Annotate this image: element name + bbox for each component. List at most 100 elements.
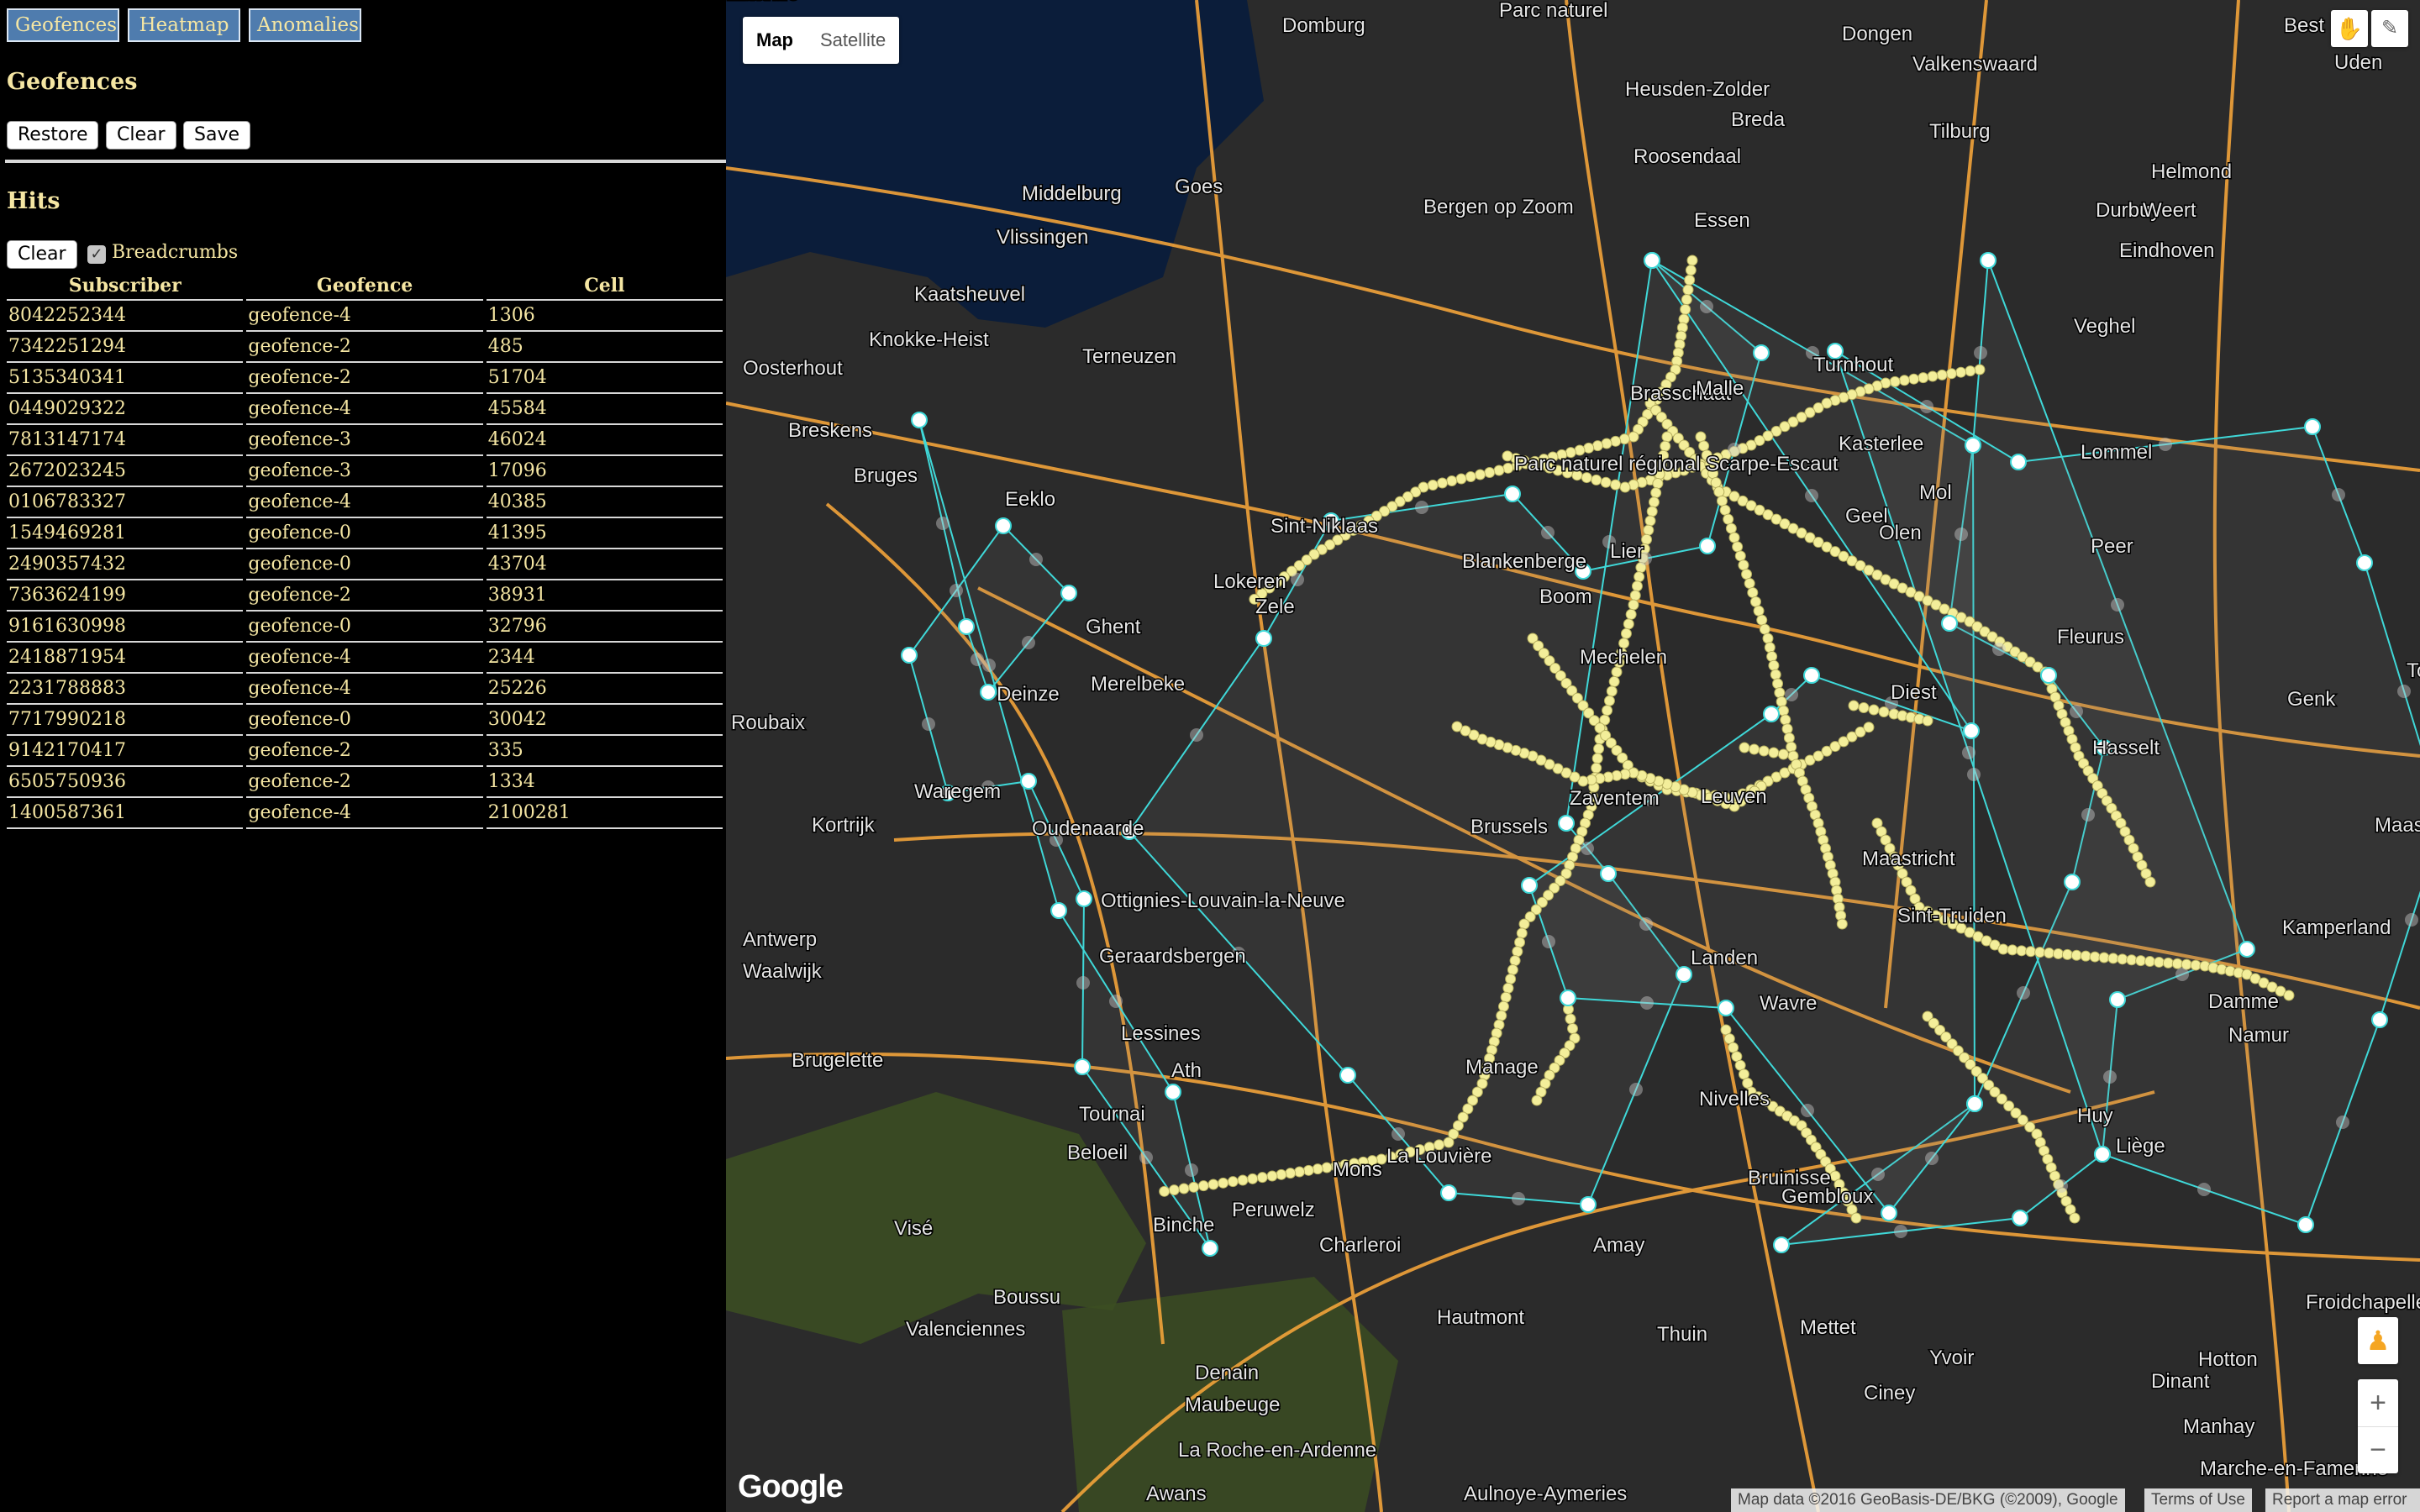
- table-row[interactable]: 0106783327 geofence-4 40385: [7, 487, 723, 518]
- geofence-midpoint-handle[interactable]: [1109, 995, 1123, 1008]
- map-view[interactable]: Breda Tilburg Eindhoven Roosendaal Bergen op…: [726, 0, 2420, 1512]
- geofence-vertex-handle[interactable]: [2094, 1146, 2111, 1163]
- geofence-midpoint-handle[interactable]: [2332, 488, 2345, 501]
- geofence-vertex-handle[interactable]: [1644, 252, 1660, 269]
- geofence-midpoint-handle[interactable]: [1920, 400, 1933, 413]
- hits-clear-button[interactable]: Clear: [7, 240, 77, 269]
- geofence-midpoint-handle[interactable]: [1029, 553, 1043, 566]
- geofence-midpoint-handle[interactable]: [936, 517, 950, 530]
- map-type-map-button[interactable]: Map: [743, 17, 807, 64]
- geofence-midpoint-handle[interactable]: [1925, 1152, 1939, 1165]
- geofence-vertex-handle[interactable]: [1803, 667, 1820, 684]
- table-row[interactable]: 5135340341 geofence-2 51704: [7, 363, 723, 394]
- pan-hand-icon[interactable]: ✋: [2331, 10, 2368, 47]
- geofence-vertex-handle[interactable]: [2109, 991, 2126, 1008]
- tab-heatmap[interactable]: Heatmap: [128, 8, 240, 42]
- geofence-midpoint-handle[interactable]: [982, 659, 996, 672]
- table-row[interactable]: 1549469281 geofence-0 41395: [7, 518, 723, 549]
- table-row[interactable]: 0449029322 geofence-4 45584: [7, 394, 723, 425]
- geofence-midpoint-handle[interactable]: [2197, 1183, 2211, 1196]
- table-row[interactable]: 1400587361 geofence-4 2100281: [7, 798, 723, 829]
- geofence-midpoint-handle[interactable]: [971, 653, 984, 666]
- geofence-vertex-handle[interactable]: [1676, 966, 1692, 983]
- street-view-pegman-icon[interactable]: ♟: [2358, 1317, 2398, 1364]
- geofence-midpoint-handle[interactable]: [1700, 300, 1713, 313]
- geofence-midpoint-handle[interactable]: [2405, 913, 2418, 927]
- geofence-midpoint-handle[interactable]: [950, 584, 963, 597]
- geofence-midpoint-handle[interactable]: [1185, 1163, 1198, 1177]
- geofence-vertex-handle[interactable]: [911, 412, 928, 428]
- geofence-midpoint-handle[interactable]: [1629, 1083, 1643, 1096]
- geofence-vertex-handle[interactable]: [1202, 1240, 1218, 1257]
- geofence-vertex-handle[interactable]: [958, 618, 975, 635]
- geofence-vertex-handle[interactable]: [2010, 454, 2027, 470]
- geofence-midpoint-handle[interactable]: [1967, 768, 1981, 781]
- geofence-midpoint-handle[interactable]: [2054, 1179, 2068, 1193]
- breadcrumbs-checkbox[interactable]: ✓: [87, 245, 106, 264]
- geofence-midpoint-handle[interactable]: [1392, 1127, 1405, 1141]
- geofence-vertex-handle[interactable]: [2064, 874, 2081, 890]
- zoom-in-button[interactable]: +: [2358, 1379, 2398, 1427]
- geofence-vertex-handle[interactable]: [1600, 865, 1617, 882]
- geofence-midpoint-handle[interactable]: [1542, 935, 1555, 948]
- geofence-vertex-handle[interactable]: [1165, 1084, 1181, 1100]
- geofence-midpoint-handle[interactable]: [1954, 528, 1968, 541]
- geofence-midpoint-handle[interactable]: [1639, 917, 1653, 931]
- restore-button[interactable]: Restore: [7, 121, 99, 150]
- table-row[interactable]: 8042252344 geofence-4 1306: [7, 301, 723, 332]
- geofence-vertex-handle[interactable]: [1560, 990, 1576, 1006]
- table-row[interactable]: 2672023245 geofence-3 17096: [7, 456, 723, 487]
- geofence-midpoint-handle[interactable]: [1871, 1168, 1885, 1181]
- geofence-midpoint-handle[interactable]: [1512, 1192, 1525, 1205]
- geofence-vertex-handle[interactable]: [1966, 1095, 1983, 1112]
- map-type-satellite-button[interactable]: Satellite: [807, 17, 899, 64]
- geofence-midpoint-handle[interactable]: [2103, 1070, 2117, 1084]
- geofence-midpoint-handle[interactable]: [1190, 728, 1203, 742]
- table-row[interactable]: 7813147174 geofence-3 46024: [7, 425, 723, 456]
- geofence-vertex-handle[interactable]: [1965, 437, 1981, 454]
- geofence-midpoint-handle[interactable]: [2081, 808, 2095, 822]
- geofence-vertex-handle[interactable]: [1699, 538, 1716, 554]
- geofence-midpoint-handle[interactable]: [1805, 489, 1818, 502]
- table-row[interactable]: 2418871954 geofence-4 2344: [7, 643, 723, 674]
- geofence-midpoint-handle[interactable]: [922, 717, 935, 731]
- geofence-vertex-handle[interactable]: [995, 517, 1012, 534]
- geofence-midpoint-handle[interactable]: [1992, 643, 2006, 656]
- geofence-midpoint-handle[interactable]: [1640, 996, 1654, 1010]
- geofence-vertex-handle[interactable]: [1941, 615, 1958, 632]
- geofence-midpoint-handle[interactable]: [1076, 976, 1090, 990]
- geofence-vertex-handle[interactable]: [1440, 1184, 1457, 1201]
- geofence-midpoint-handle[interactable]: [1022, 636, 1035, 649]
- geofence-vertex-handle[interactable]: [2040, 667, 2057, 684]
- geofence-midpoint-handle[interactable]: [1291, 573, 1304, 586]
- geofence-vertex-handle[interactable]: [1521, 877, 1538, 894]
- geofence-midpoint-handle[interactable]: [2336, 1116, 2349, 1129]
- geofence-vertex-handle[interactable]: [1763, 706, 1780, 722]
- geofence-midpoint-handle[interactable]: [2159, 438, 2172, 451]
- geofence-vertex-handle[interactable]: [1339, 1067, 1356, 1084]
- geofence-vertex-handle[interactable]: [2238, 941, 2255, 958]
- geofence-midpoint-handle[interactable]: [1801, 1104, 1814, 1117]
- geofence-vertex-handle[interactable]: [901, 647, 918, 664]
- geofence-vertex-handle[interactable]: [1773, 1236, 1790, 1253]
- table-row[interactable]: 6505750936 geofence-2 1334: [7, 767, 723, 798]
- terms-of-use-link[interactable]: Terms of Use: [2144, 1488, 2252, 1512]
- tab-anomalies[interactable]: Anomalies: [249, 8, 361, 42]
- geofence-vertex-handle[interactable]: [1580, 1196, 1597, 1213]
- map-canvas[interactable]: Breda Tilburg Eindhoven Roosendaal Bergen op…: [726, 0, 2420, 1512]
- geofence-midpoint-handle[interactable]: [2111, 598, 2124, 612]
- geofence-vertex-handle[interactable]: [1881, 1205, 1897, 1221]
- geofence-vertex-handle[interactable]: [1980, 252, 1996, 269]
- geofence-midpoint-handle[interactable]: [1541, 526, 1555, 539]
- geofence-vertex-handle[interactable]: [1020, 773, 1037, 790]
- geofence-vertex-handle[interactable]: [1050, 902, 1067, 919]
- draw-shape-icon[interactable]: ✎: [2371, 10, 2408, 47]
- table-row[interactable]: 9142170417 geofence-2 335: [7, 736, 723, 767]
- geofence-midpoint-handle[interactable]: [2017, 986, 2030, 1000]
- table-row[interactable]: 2490357432 geofence-0 43704: [7, 549, 723, 580]
- table-row[interactable]: 7717990218 geofence-0 30042: [7, 705, 723, 736]
- geofence-vertex-handle[interactable]: [980, 684, 997, 701]
- geofence-vertex-handle[interactable]: [2371, 1011, 2388, 1028]
- table-row[interactable]: 7363624199 geofence-2 38931: [7, 580, 723, 612]
- geofence-vertex-handle[interactable]: [2356, 554, 2373, 571]
